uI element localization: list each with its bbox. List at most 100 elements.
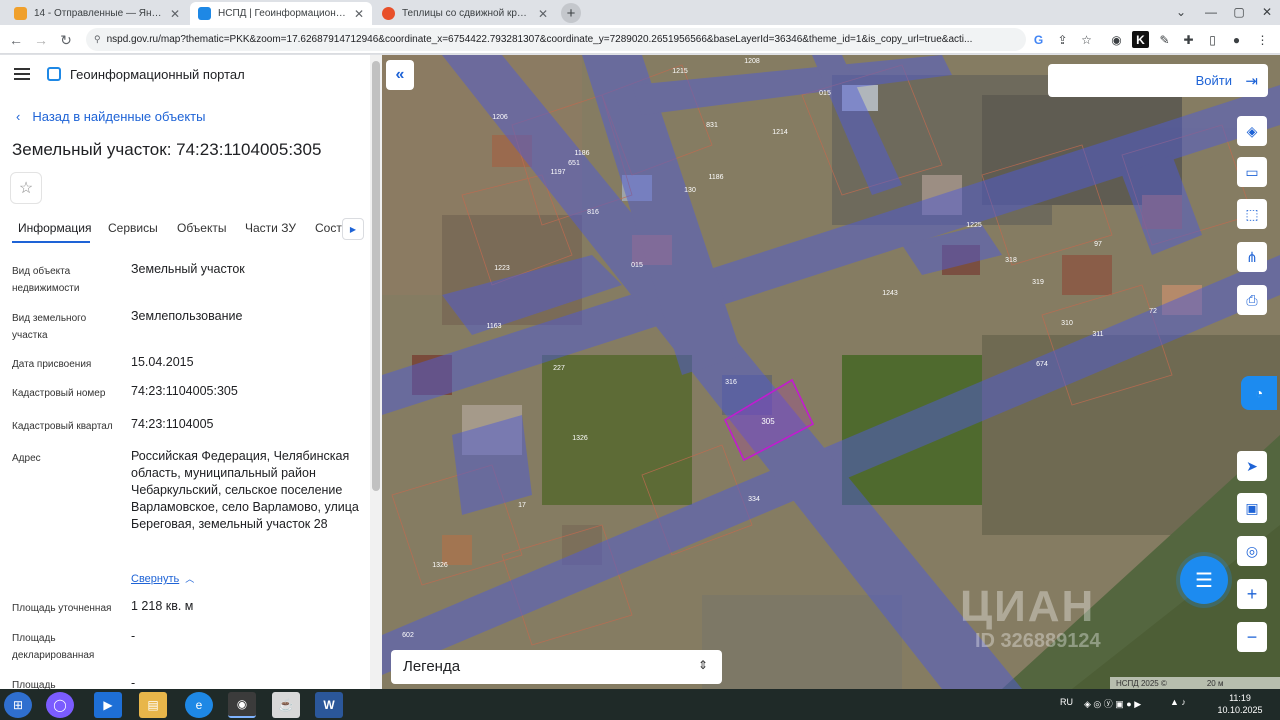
google-icon[interactable]: G <box>1030 31 1047 48</box>
back-arrow-icon[interactable]: ← <box>6 30 26 50</box>
address-toolbar: ← → ↻ ⚲ nspd.gov.ru/map?thematic=PKK&zoo… <box>0 25 1280 54</box>
extension-icon[interactable]: ◉ <box>1108 31 1125 48</box>
scrollbar-thumb[interactable] <box>372 61 380 491</box>
chevron-up-down-icon: ⇕ <box>697 658 708 672</box>
map-label: 1186 <box>708 174 723 181</box>
ie-icon[interactable]: e <box>185 692 213 718</box>
panel-header: Геоинформационный портал <box>0 55 370 95</box>
legend-dropdown[interactable]: Легенда ⇕ <box>391 650 722 684</box>
back-to-results-link[interactable]: ‹ Назад в найденные объекты <box>16 109 205 124</box>
tab-services[interactable]: Сервисы <box>108 221 158 235</box>
map-label: 72 <box>1149 308 1157 315</box>
alice-icon[interactable]: ◯ <box>46 692 74 718</box>
minimize-button[interactable]: — <box>1196 2 1226 22</box>
navigate-icon[interactable]: ➤ <box>1237 451 1267 481</box>
browser-tabbar: 14 - Отправленные — Яндекс П ✕ НСПД | Ге… <box>0 0 1280 25</box>
pin-extension-icon[interactable]: ✎ <box>1156 31 1173 48</box>
address-bar[interactable]: ⚲ nspd.gov.ru/map?thematic=PKK&zoom=17.6… <box>86 28 1026 51</box>
k-extension-icon[interactable]: K <box>1132 31 1149 48</box>
profile-icon[interactable]: ● <box>1228 31 1245 48</box>
zoom-in-button[interactable]: + <box>1237 579 1267 609</box>
map-label: 310 <box>1061 320 1073 327</box>
ruler-icon[interactable]: ▭ <box>1237 157 1267 187</box>
map-scale: 20 м <box>1206 678 1224 688</box>
share-icon[interactable]: ⋔ <box>1237 242 1267 272</box>
login-button[interactable]: Войти ⇥ <box>1048 64 1268 97</box>
map-label: 831 <box>706 122 718 129</box>
map-label: 651 <box>568 160 580 167</box>
panel-scrollbar[interactable] <box>370 55 382 689</box>
reload-icon[interactable]: ↻ <box>56 30 76 50</box>
map-label: 1326 <box>572 435 588 442</box>
browser-tab-greenhouses[interactable]: Теплицы со сдвижной крышей ✕ <box>374 2 556 25</box>
tray-extra-icons[interactable]: ▲ ♪ <box>1170 697 1186 707</box>
object-info-panel: Геоинформационный портал ‹ Назад в найде… <box>0 55 370 689</box>
sidepanel-icon[interactable]: ▯ <box>1204 31 1221 48</box>
map-label: 318 <box>1005 257 1017 264</box>
maximize-button[interactable]: ▢ <box>1224 2 1254 22</box>
map-label: 1186 <box>574 150 589 157</box>
map-label: 311 <box>1092 331 1103 338</box>
panel-tabs: Информация Сервисы Объекты Части ЗУ Сост… <box>0 215 370 245</box>
map-label: 130 <box>684 187 696 194</box>
map-label: 1225 <box>966 222 982 229</box>
media-player-icon[interactable]: ▶ <box>94 692 122 718</box>
watermark-id: ID 326889124 <box>975 630 1101 652</box>
tabs-scroll-right-icon[interactable]: ▶ <box>342 218 364 240</box>
map-label: 015 <box>819 90 831 97</box>
new-tab-button[interactable]: + <box>561 3 581 23</box>
map-imagery: 1215 1208 015 831 1214 1186 651 1197 118… <box>382 55 1280 689</box>
tab-land-parts[interactable]: Части ЗУ <box>245 221 296 235</box>
close-tab-icon[interactable]: ✕ <box>164 7 180 21</box>
language-indicator[interactable]: RU <box>1060 697 1073 707</box>
tab-objects[interactable]: Объекты <box>177 221 227 235</box>
tab-search-icon[interactable]: ⌄ <box>1166 2 1196 22</box>
taskbar-clock[interactable]: 11:19 10.10.2025 <box>1210 692 1270 716</box>
chat-button[interactable]: ☰ <box>1180 556 1228 604</box>
parcel-title: Земельный участок: 74:23:1104005:305 <box>12 140 322 159</box>
site-info-icon[interactable]: ⚲ <box>94 34 101 45</box>
browser-tab-mail[interactable]: 14 - Отправленные — Яндекс П ✕ <box>6 2 188 25</box>
map-label: 1208 <box>744 58 760 65</box>
zoom-out-button[interactable]: − <box>1237 622 1267 652</box>
map-label: 97 <box>1094 241 1102 248</box>
forward-arrow-icon[interactable]: → <box>31 30 51 50</box>
tomato-icon <box>382 7 395 20</box>
folder-icon[interactable]: ▤ <box>139 692 167 718</box>
puzzle-icon[interactable]: ✚ <box>1180 31 1197 48</box>
favorite-star-icon[interactable]: ☆ <box>10 172 42 204</box>
java-icon[interactable]: ☕ <box>272 692 300 718</box>
nspd-icon <box>198 7 211 20</box>
collapse-panel-button[interactable]: « <box>386 60 414 90</box>
close-tab-icon[interactable]: ✕ <box>348 7 364 21</box>
tab-information[interactable]: Информация <box>18 221 91 235</box>
print-icon[interactable]: ⎙ <box>1237 285 1267 315</box>
map-label: 1326 <box>432 562 448 569</box>
assistant-icon[interactable]: ◔ <box>1241 376 1277 410</box>
collapse-address-link[interactable]: Свернуть ︿ <box>131 572 194 585</box>
menu-dots-icon[interactable]: ⋮ <box>1254 31 1271 48</box>
map-label: 1214 <box>772 129 788 136</box>
portal-logo-icon <box>47 67 61 81</box>
map-label: 1197 <box>550 169 565 176</box>
start-button[interactable]: ⊞ <box>4 692 32 718</box>
close-tab-icon[interactable]: ✕ <box>532 7 548 21</box>
word-icon[interactable]: W <box>315 692 343 718</box>
basemap-icon[interactable]: ▣ <box>1237 493 1267 523</box>
active-tab-indicator <box>12 241 90 243</box>
select-area-icon[interactable]: ⬚ <box>1237 199 1267 229</box>
map-label: 319 <box>1032 279 1044 286</box>
window-close-button[interactable]: ✕ <box>1252 2 1280 22</box>
hamburger-menu-icon[interactable] <box>14 68 30 80</box>
tray-icons[interactable]: ◈ ◎ ⓨ ▣ ● ▶ <box>1084 697 1141 710</box>
map-label: 316 <box>725 379 737 386</box>
map-canvas[interactable]: 1215 1208 015 831 1214 1186 651 1197 118… <box>382 55 1280 689</box>
browser-tab-nspd[interactable]: НСПД | Геоинформационный п ✕ <box>190 2 372 25</box>
map-label: 17 <box>518 502 526 509</box>
bookmark-star-icon[interactable]: ☆ <box>1078 31 1095 48</box>
share-icon[interactable]: ⇪ <box>1054 31 1071 48</box>
map-label: 1243 <box>882 290 898 297</box>
chrome-icon[interactable]: ◉ <box>228 692 256 718</box>
locate-icon[interactable]: ◎ <box>1237 536 1267 566</box>
layers-icon[interactable]: ◈ <box>1237 116 1267 146</box>
